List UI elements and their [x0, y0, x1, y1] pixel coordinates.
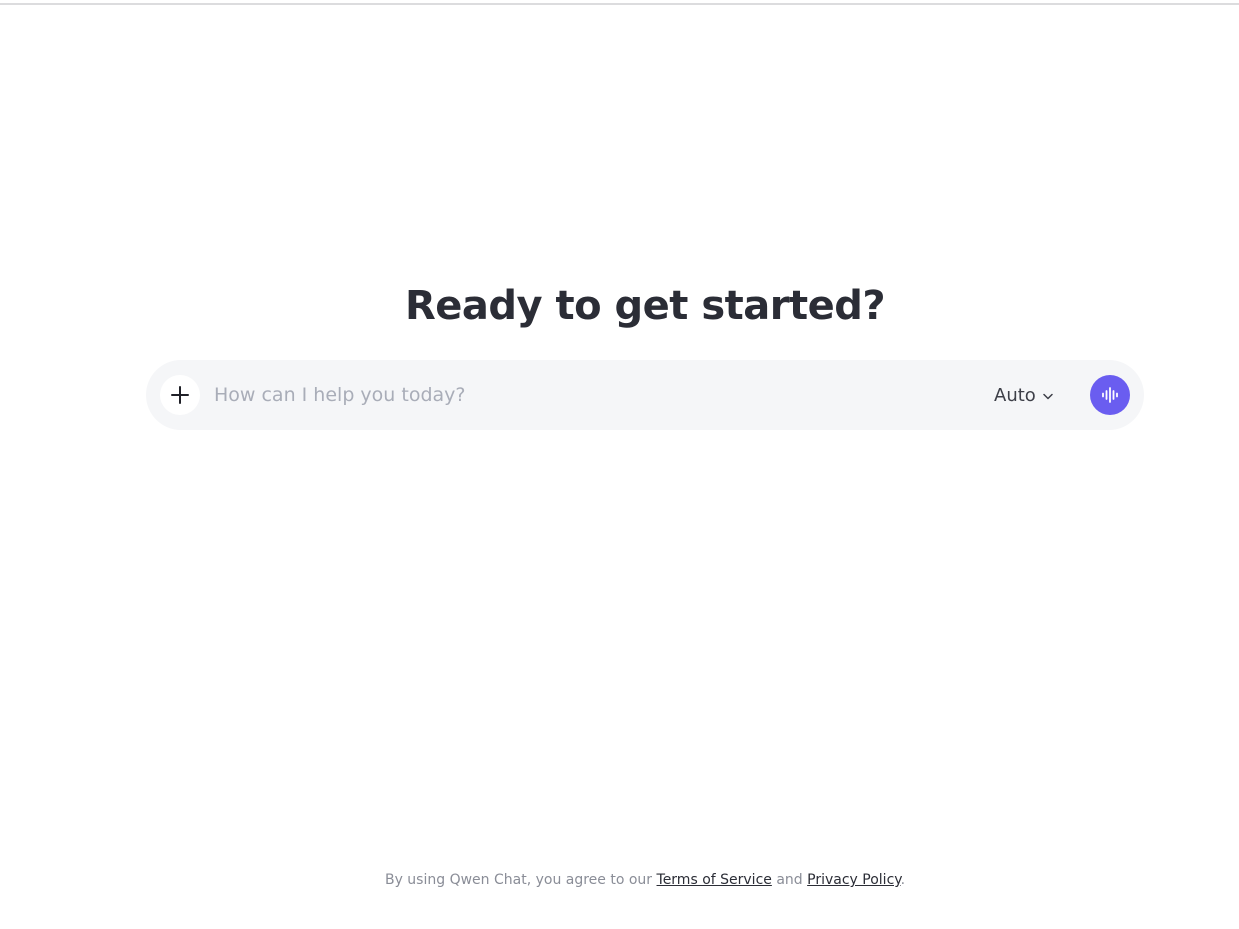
chat-composer: Auto: [146, 360, 1144, 430]
terms-of-service-link[interactable]: Terms of Service: [657, 872, 772, 888]
page-title: Ready to get started?: [404, 283, 886, 329]
privacy-policy-link[interactable]: Privacy Policy: [807, 872, 900, 888]
prompt-input[interactable]: [214, 379, 934, 411]
footer-and-text: and: [771, 872, 808, 888]
legal-footer: By using Qwen Chat, you agree to our Ter…: [0, 870, 1239, 890]
window-top-divider: [0, 3, 1239, 5]
voice-wave-icon: [1102, 387, 1118, 403]
plus-icon: [171, 386, 189, 404]
chevron-down-icon: [1043, 393, 1053, 399]
mode-dropdown[interactable]: Auto: [994, 380, 1053, 410]
add-attachment-button[interactable]: [160, 375, 200, 415]
mode-selected-label: Auto: [994, 384, 1036, 406]
footer-prefix-text: By using Qwen Chat, you agree to our: [384, 872, 657, 888]
voice-input-button[interactable]: [1090, 375, 1130, 415]
footer-suffix-text: .: [900, 872, 906, 888]
